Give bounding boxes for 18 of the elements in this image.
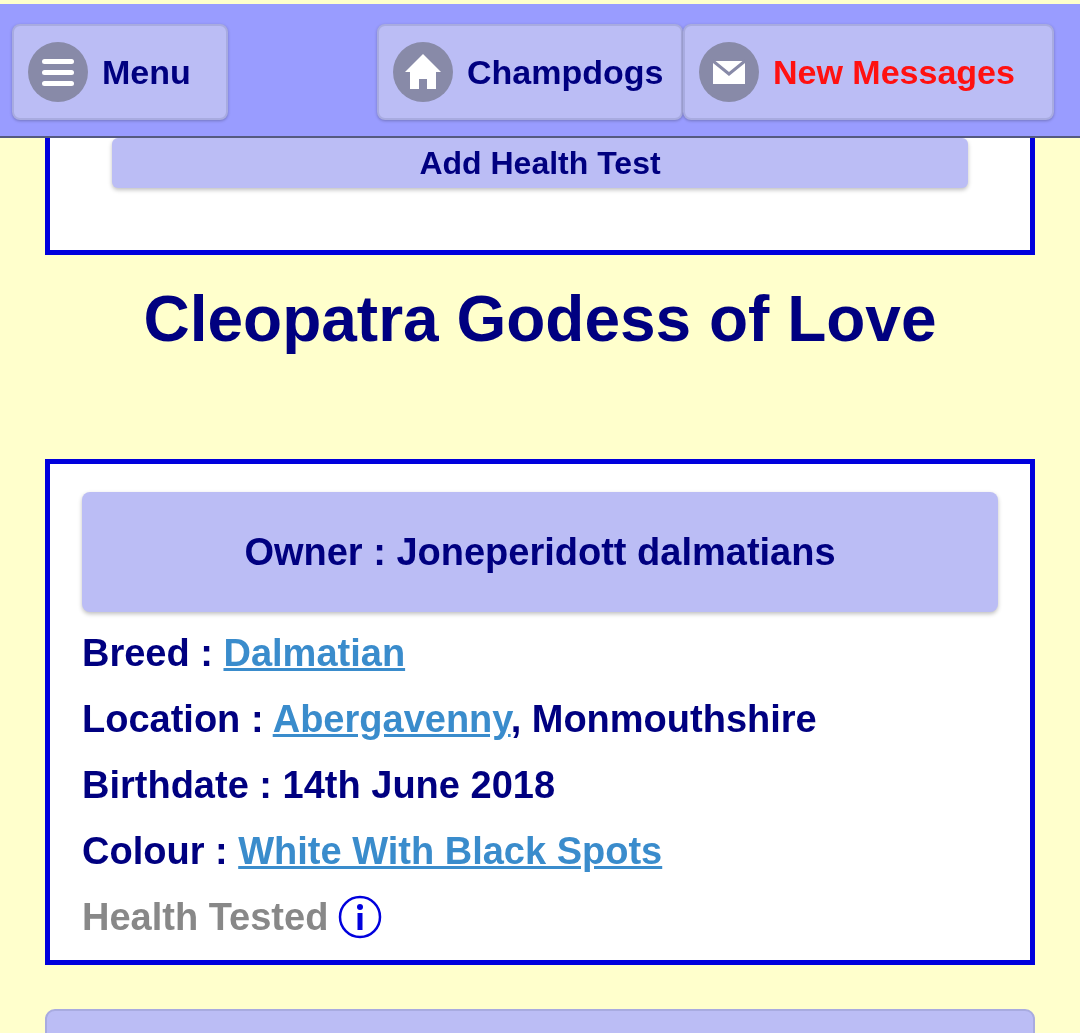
info-icon[interactable] [338, 895, 383, 939]
nav-button[interactable]: Champdogs [377, 24, 683, 120]
detail-line: Colour : White With Black Spots [82, 829, 664, 874]
add-health-test-button[interactable]: Add Health Test [112, 138, 968, 188]
home-icon [393, 42, 453, 102]
detail-line: Birthdate : 14th June 2018 [82, 763, 557, 808]
owner-heading: Owner : Joneperidott dalmatians [82, 492, 998, 612]
detail-link[interactable]: Abergavenny [272, 698, 511, 740]
detail-line: Location : Abergavenny, Monmouthshire [82, 697, 818, 742]
detail-link[interactable]: White With Black Spots [238, 830, 663, 872]
menu-icon [28, 42, 88, 102]
envelope-icon [699, 42, 759, 102]
detail-link[interactable]: Dalmatian [223, 632, 406, 674]
nav-button[interactable]: New Messages [683, 24, 1054, 120]
nav-button[interactable]: Menu [12, 24, 228, 120]
health-tested-label: Health Tested [82, 895, 329, 940]
dog-name-title: Cleopatra Godess of Love [142, 283, 938, 355]
detail-line: Breed : Dalmatian [82, 631, 407, 676]
